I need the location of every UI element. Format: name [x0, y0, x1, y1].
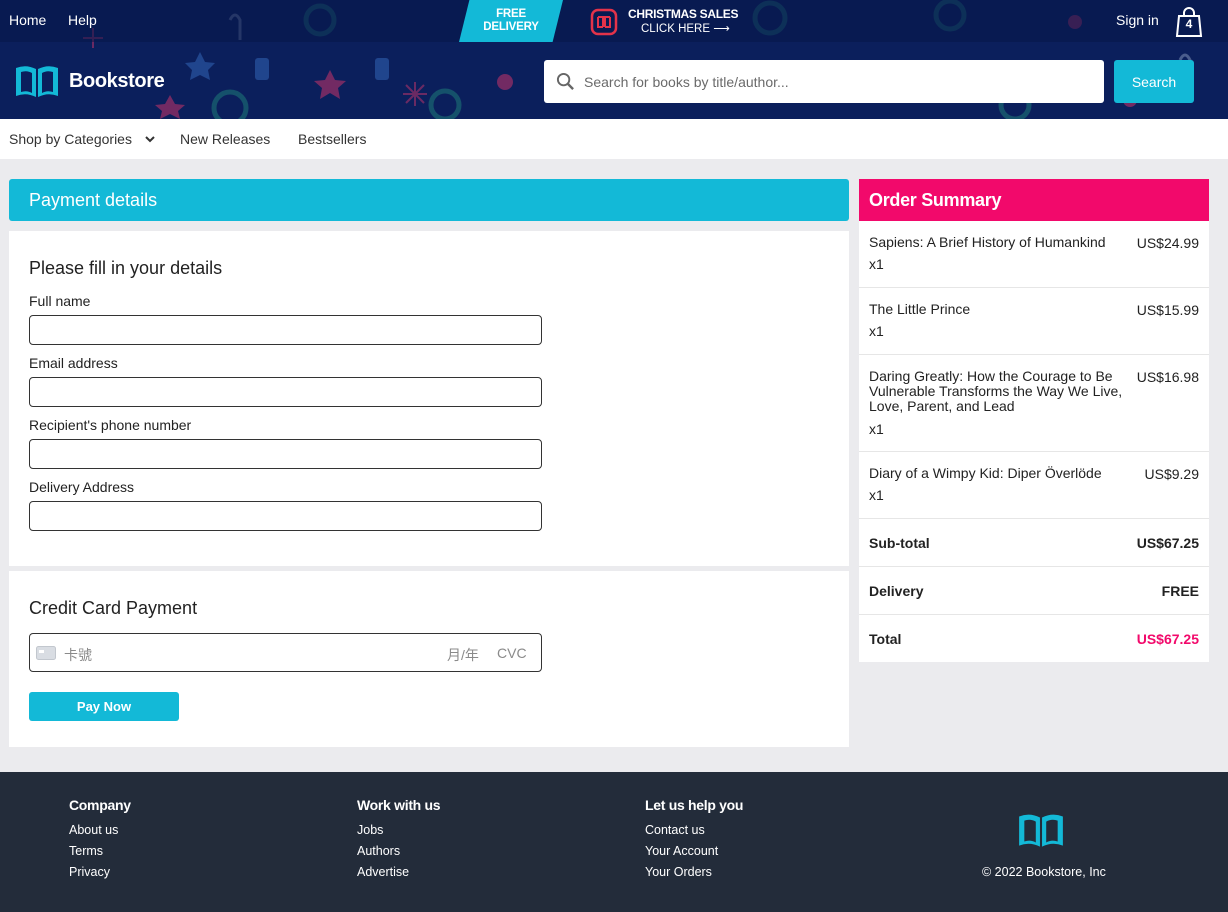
order-item-title: Sapiens: A Brief History of Humankind — [869, 234, 1106, 250]
footer-link-authors[interactable]: Authors — [357, 844, 440, 858]
order-item-qty: x1 — [869, 421, 884, 437]
search-button[interactable]: Search — [1114, 60, 1194, 103]
order-item-qty: x1 — [869, 487, 884, 503]
christmas-sales-link[interactable]: CHRISTMAS SALES CLICK HERE ⟶ — [590, 7, 750, 37]
free-delivery-line1: FREE — [496, 8, 526, 20]
phone-label: Recipient's phone number — [29, 417, 192, 433]
pay-now-button[interactable]: Pay Now — [29, 692, 179, 721]
book-logo-icon — [16, 66, 58, 97]
footer-heading: Work with us — [357, 797, 441, 813]
footer-column-company: Company About us Terms Privacy — [69, 797, 131, 886]
address-label: Delivery Address — [29, 479, 135, 495]
book-badge-icon — [590, 8, 618, 36]
christmas-sales-title: CHRISTMAS SALES — [628, 7, 739, 21]
order-item-price: US$15.99 — [1136, 302, 1199, 318]
header-banner: Home Help FREE DELIVERY CHRISTMAS SALES … — [0, 0, 1228, 119]
order-item: Daring Greatly: How the Courage to Be Vu… — [859, 355, 1209, 452]
total-row: Total US$67.25 — [859, 615, 1209, 662]
credit-card-title: Credit Card Payment — [29, 598, 198, 618]
footer-link-contact-us[interactable]: Contact us — [645, 823, 743, 837]
cart-count-badge: 4 — [1185, 17, 1193, 31]
total-value: US$67.25 — [1136, 631, 1199, 647]
order-item-price: US$9.29 — [1144, 466, 1199, 482]
subtotal-row: Sub-total US$67.25 — [859, 519, 1209, 567]
card-input[interactable]: 卡號 月/年 CVC — [29, 633, 542, 672]
subtotal-value: US$67.25 — [1136, 535, 1199, 551]
order-item-title: Diary of a Wimpy Kid: Diper Överlöde — [869, 465, 1102, 481]
logo-text: Bookstore — [69, 70, 165, 92]
footer-link-your-orders[interactable]: Your Orders — [645, 865, 743, 879]
email-field[interactable] — [29, 377, 542, 407]
order-item-qty: x1 — [869, 256, 884, 272]
delivery-label: Delivery — [869, 583, 924, 599]
book-logo-icon — [1019, 814, 1063, 847]
full-name-field[interactable] — [29, 315, 542, 345]
subtotal-label: Sub-total — [869, 535, 930, 551]
payment-details-header: Payment details — [9, 179, 849, 221]
order-item-title: The Little Prince — [869, 301, 971, 317]
order-item: Sapiens: A Brief History of Humankind US… — [859, 221, 1209, 288]
search-icon — [556, 72, 574, 90]
shop-by-categories-menu[interactable]: Shop by Categories — [9, 131, 132, 147]
details-form-title: Please fill in your details — [29, 258, 223, 278]
bestsellers-link[interactable]: Bestsellers — [298, 131, 366, 147]
bookstore-logo[interactable]: Bookstore — [13, 62, 173, 100]
help-link[interactable]: Help — [68, 12, 97, 28]
free-delivery-badge: FREE DELIVERY — [459, 0, 563, 42]
order-summary-list: Sapiens: A Brief History of Humankind US… — [859, 221, 1209, 662]
footer-heading: Company — [69, 797, 131, 813]
details-form-card: Please fill in your details Full name Em… — [9, 231, 849, 566]
search-input[interactable] — [584, 60, 1094, 103]
footer-heading: Let us help you — [645, 797, 744, 813]
footer: Company About us Terms Privacy Work with… — [0, 772, 1228, 912]
new-releases-link[interactable]: New Releases — [180, 131, 270, 147]
search-bar — [544, 60, 1104, 103]
footer-column-work: Work with us Jobs Authors Advertise — [357, 797, 441, 886]
card-number-field[interactable]: 卡號 — [64, 645, 92, 665]
copyright-text: © 2022 Bookstore, Inc — [982, 865, 1106, 879]
order-summary-header: Order Summary — [859, 179, 1209, 221]
footer-link-advertise[interactable]: Advertise — [357, 865, 440, 879]
delivery-row: Delivery FREE — [859, 567, 1209, 615]
footer-link-jobs[interactable]: Jobs — [357, 823, 440, 837]
credit-card-icon — [36, 646, 56, 660]
order-item-title: Daring Greatly: How the Courage to Be Vu… — [869, 368, 1123, 414]
card-expiry-field[interactable]: 月/年 — [447, 645, 479, 665]
footer-column-help: Let us help you Contact us Your Account … — [645, 797, 743, 886]
phone-field[interactable] — [29, 439, 542, 469]
total-label: Total — [869, 631, 902, 647]
order-summary-title: Order Summary — [869, 190, 1002, 210]
chevron-down-icon[interactable] — [144, 134, 156, 144]
order-item-price: US$24.99 — [1136, 235, 1199, 251]
footer-link-about-us[interactable]: About us — [69, 823, 131, 837]
full-name-label: Full name — [29, 293, 91, 309]
footer-link-privacy[interactable]: Privacy — [69, 865, 131, 879]
cart-button[interactable]: 4 — [1175, 6, 1203, 38]
free-delivery-line2: DELIVERY — [483, 21, 539, 33]
footer-link-terms[interactable]: Terms — [69, 844, 131, 858]
order-item-price: US$16.98 — [1136, 369, 1199, 385]
delivery-value: FREE — [1161, 583, 1199, 599]
sign-in-link[interactable]: Sign in — [1116, 12, 1159, 28]
home-link[interactable]: Home — [9, 12, 46, 28]
footer-link-your-account[interactable]: Your Account — [645, 844, 743, 858]
credit-card-card: Credit Card Payment 卡號 月/年 CVC Pay Now — [9, 571, 849, 747]
order-item: Diary of a Wimpy Kid: Diper Överlöde US$… — [859, 452, 1209, 519]
christmas-sales-cta: CLICK HERE ⟶ — [641, 23, 730, 35]
order-item: The Little Prince US$15.99 x1 — [859, 288, 1209, 355]
address-field[interactable] — [29, 501, 542, 531]
card-cvc-field[interactable]: CVC — [497, 645, 527, 661]
email-label: Email address — [29, 355, 118, 371]
category-nav: Shop by Categories New Releases Bestsell… — [0, 119, 1228, 159]
payment-details-title: Payment details — [29, 190, 158, 210]
order-item-qty: x1 — [869, 323, 884, 339]
